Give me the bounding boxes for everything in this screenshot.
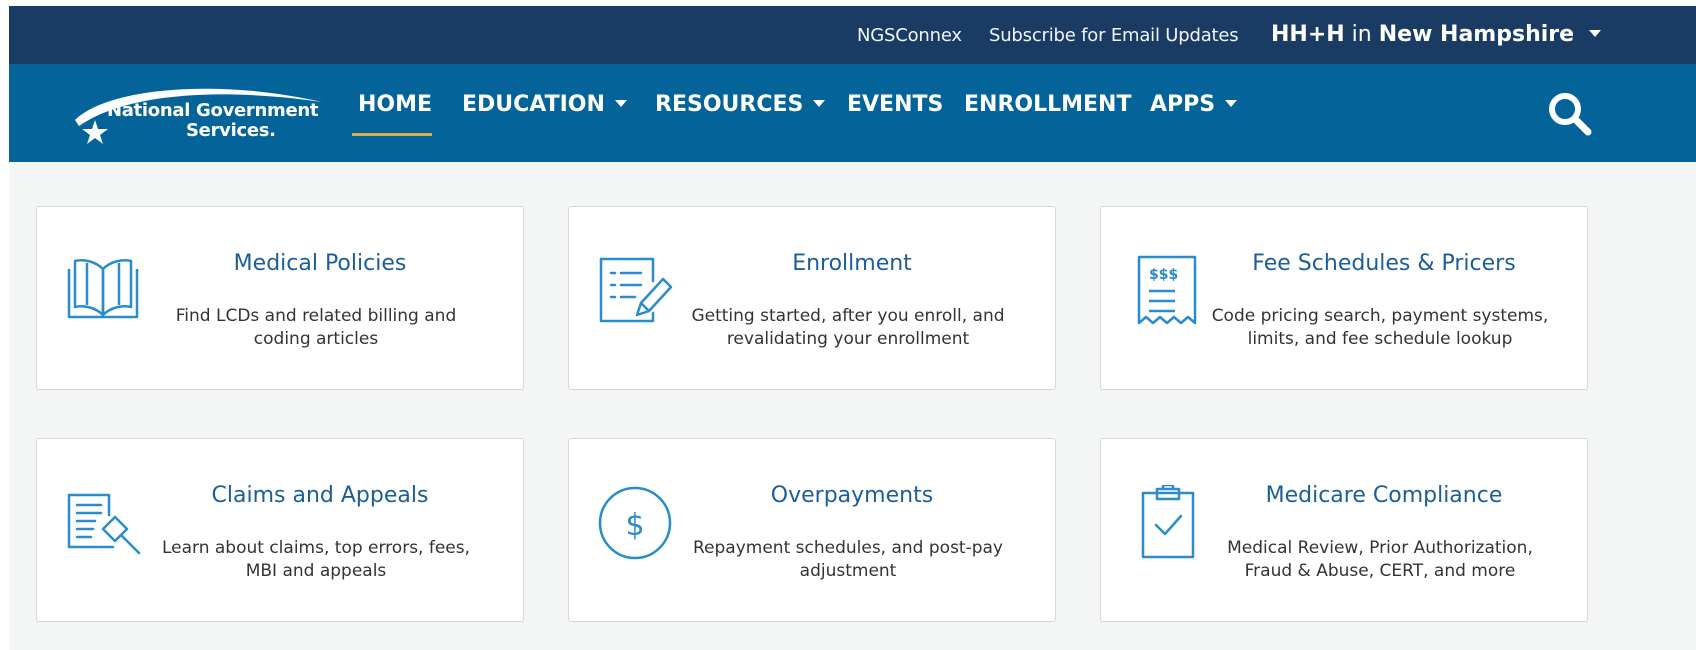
subscribe-email-link[interactable]: Subscribe for Email Updates bbox=[989, 25, 1239, 46]
receipt-icon-text: $$$ bbox=[1149, 267, 1178, 283]
card-title: Medical Policies bbox=[233, 251, 407, 276]
nav-education[interactable]: EDUCATION bbox=[462, 92, 627, 117]
logo-text-line2: Services. bbox=[186, 120, 276, 141]
nav-home[interactable]: HOME bbox=[358, 92, 432, 117]
card-description: Getting started, after you enroll, and r… bbox=[691, 306, 1005, 349]
card-description: Learn about claims, top errors, fees, MB… bbox=[161, 538, 471, 581]
main-navigation: National Government Services. HOME EDUCA… bbox=[9, 64, 1696, 162]
card-description: Find LCDs and related billing and coding… bbox=[175, 306, 457, 349]
card-medicare-compliance[interactable]: Medicare Compliance Medical Review, Prio… bbox=[1100, 438, 1588, 622]
nav-events[interactable]: EVENTS bbox=[847, 92, 943, 117]
card-fee-schedules[interactable]: $$$ Fee Schedules & Pricers Code pricing… bbox=[1100, 206, 1588, 390]
card-title: Overpayments bbox=[770, 483, 934, 508]
receipt-icon: $$$ bbox=[1137, 255, 1197, 325]
utility-bar: NGSConnex Subscribe for Email Updates HH… bbox=[9, 6, 1696, 64]
dollar-icon-text: $ bbox=[625, 508, 644, 543]
card-title: Fee Schedules & Pricers bbox=[1252, 251, 1516, 276]
region-state: New Hampshire bbox=[1378, 22, 1575, 47]
card-claims-appeals[interactable]: Claims and Appeals Learn about claims, t… bbox=[36, 438, 524, 622]
region-in-text: in bbox=[1351, 22, 1372, 47]
nav-apps[interactable]: APPS bbox=[1150, 92, 1238, 117]
logo-text-line1: National Government bbox=[107, 100, 319, 121]
chevron-down-icon bbox=[1225, 99, 1238, 107]
ngs-logo[interactable]: National Government Services. bbox=[67, 82, 329, 148]
card-title: Enrollment bbox=[792, 251, 912, 276]
nav-resources[interactable]: RESOURCES bbox=[655, 92, 826, 117]
ngsconnex-link[interactable]: NGSConnex bbox=[857, 25, 962, 46]
nav-apps-label: APPS bbox=[1150, 92, 1216, 117]
card-description: Medical Review, Prior Authorization, Fra… bbox=[1227, 538, 1533, 581]
card-medical-policies[interactable]: Medical Policies Find LCDs and related b… bbox=[36, 206, 524, 390]
card-overpayments[interactable]: $ Overpayments Repayment schedules, and … bbox=[568, 438, 1056, 622]
region-selector[interactable]: HH+H in New Hampshire bbox=[1271, 22, 1602, 47]
search-icon[interactable] bbox=[1546, 90, 1594, 136]
chevron-down-icon bbox=[614, 99, 627, 107]
card-title: Medicare Compliance bbox=[1265, 483, 1503, 508]
active-nav-indicator bbox=[352, 133, 432, 136]
card-title: Claims and Appeals bbox=[211, 483, 429, 508]
clipboard-check-icon bbox=[1141, 485, 1195, 559]
chevron-down-icon bbox=[813, 99, 826, 107]
nav-enrollment[interactable]: ENROLLMENT bbox=[964, 92, 1131, 117]
nav-education-label: EDUCATION bbox=[462, 92, 605, 117]
card-enrollment[interactable]: Enrollment Getting started, after you en… bbox=[568, 206, 1056, 390]
chevron-down-icon bbox=[1589, 29, 1602, 37]
card-description: Code pricing search, payment systems, li… bbox=[1211, 306, 1549, 349]
card-description: Repayment schedules, and post-pay adjust… bbox=[693, 538, 1003, 581]
region-line-of-business: HH+H bbox=[1271, 22, 1345, 47]
nav-resources-label: RESOURCES bbox=[655, 92, 804, 117]
quick-links-section: Medical Policies Find LCDs and related b… bbox=[9, 162, 1696, 650]
